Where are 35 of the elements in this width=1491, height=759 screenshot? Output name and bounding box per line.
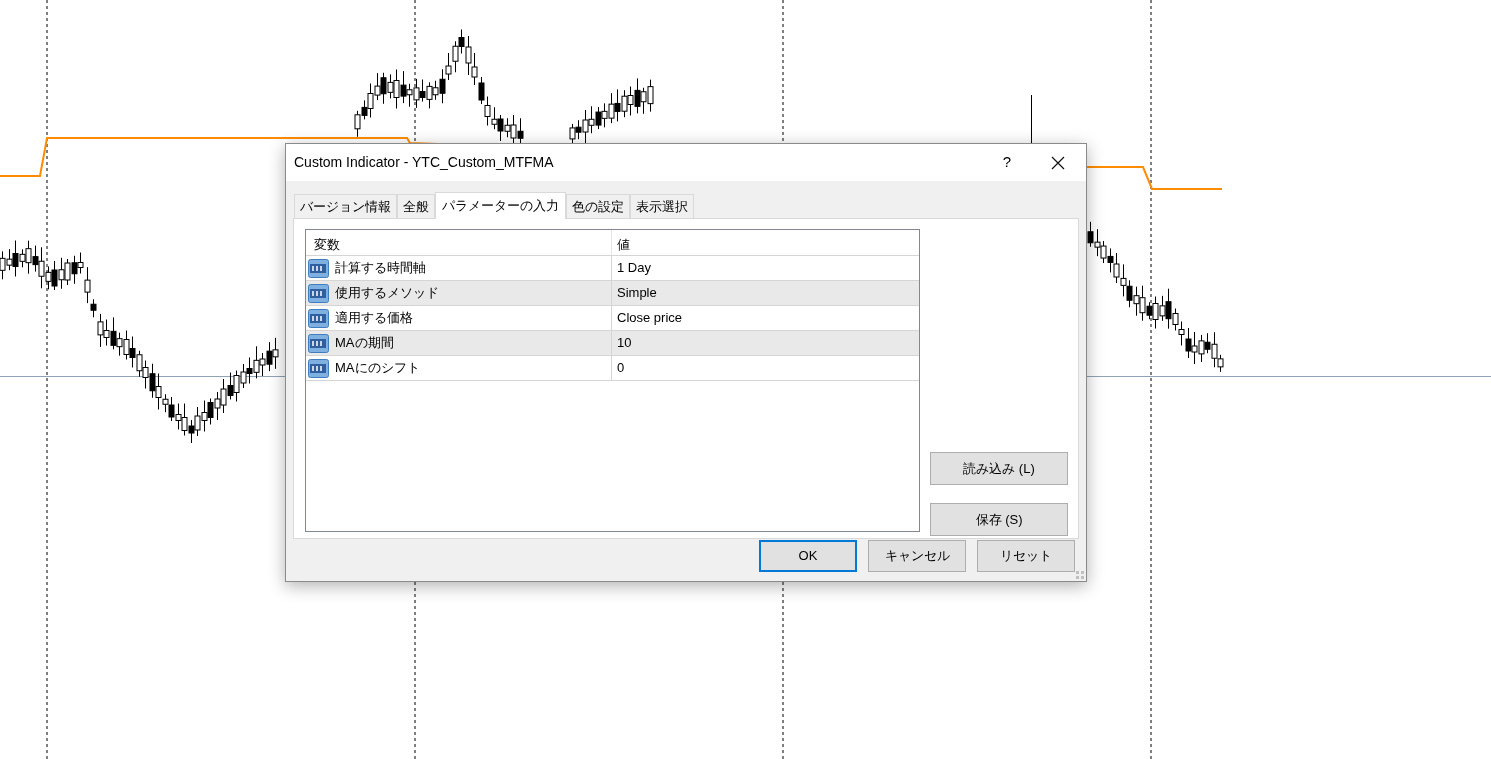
number-type-icon [308, 333, 329, 353]
tab[interactable]: 表示選択 [630, 194, 694, 218]
table-cell-text: 適用する価格 [335, 309, 413, 328]
table-row[interactable]: MAの期間 10 [306, 330, 919, 355]
table-cell[interactable]: Close price [612, 306, 919, 330]
table-row[interactable]: 使用するメソッド Simple [306, 280, 919, 305]
table-cell[interactable]: 1 Day [612, 256, 919, 280]
table-cell-text: 使用するメソッド [335, 284, 439, 303]
number-type-icon [308, 283, 329, 303]
tab[interactable]: パラメーターの入力 [435, 192, 566, 219]
tab[interactable]: 色の設定 [566, 194, 630, 218]
table-row[interactable]: MAにのシフト 0 [306, 355, 919, 380]
tab[interactable]: 全般 [397, 194, 435, 218]
table-cell-text: 計算する時間軸 [335, 259, 426, 278]
button[interactable]: キャンセル [868, 540, 966, 572]
table-cell[interactable]: 10 [612, 331, 919, 355]
button[interactable]: 保存 (S) [930, 503, 1068, 536]
table-cell[interactable]: Simple [612, 281, 919, 305]
table-cell-text: MAの期間 [335, 334, 394, 353]
window-title: Custom Indicator - YTC_Custom_MTFMA [294, 153, 554, 172]
column-header[interactable]: 値 [612, 230, 919, 255]
table-row[interactable]: 計算する時間軸 1 Day [306, 255, 919, 280]
help-button[interactable]: ? [984, 147, 1030, 178]
number-type-icon [308, 308, 329, 328]
button[interactable]: リセット [977, 540, 1075, 572]
number-type-icon [308, 358, 329, 378]
button[interactable]: OK [759, 540, 857, 572]
button[interactable]: 読み込み (L) [930, 452, 1068, 485]
tab[interactable]: バージョン情報 [294, 194, 397, 218]
table-cell-text: MAにのシフト [335, 359, 420, 378]
resize-grip-icon[interactable] [1076, 571, 1084, 579]
table-row[interactable]: 適用する価格 Close price [306, 305, 919, 330]
table-cell[interactable]: 0 [612, 356, 919, 380]
close-icon [1051, 155, 1065, 170]
number-type-icon [308, 258, 329, 278]
